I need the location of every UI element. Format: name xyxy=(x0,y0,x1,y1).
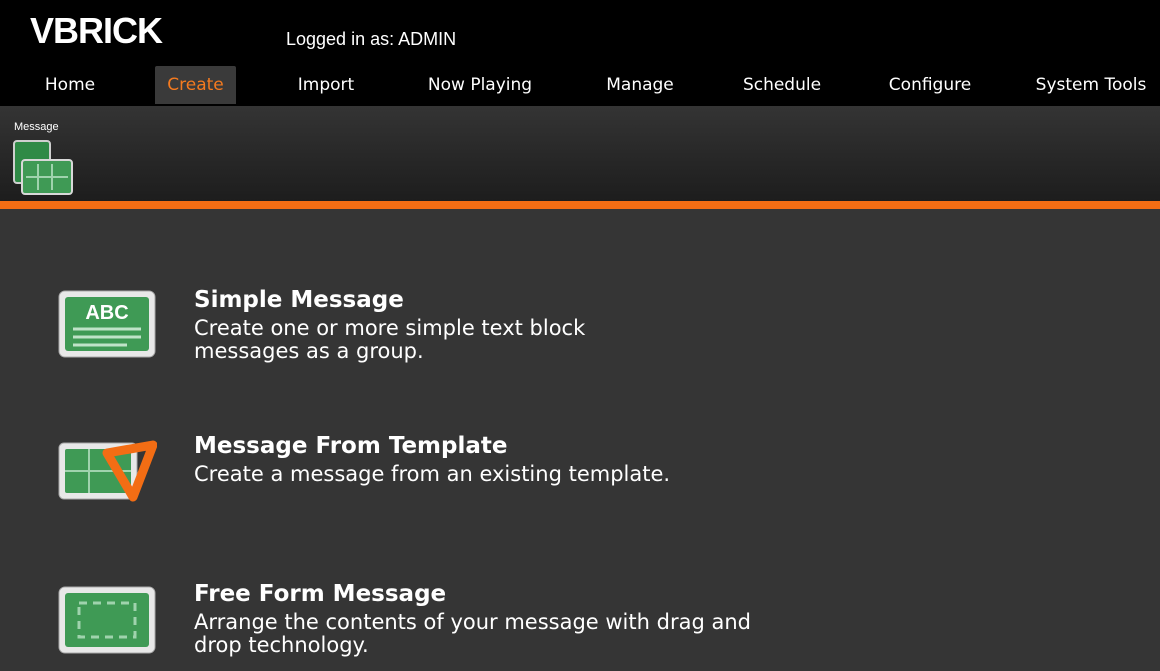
nav-schedule[interactable]: Schedule xyxy=(732,66,832,104)
nav-system-tools[interactable]: System Tools xyxy=(1026,66,1156,104)
message-from-template-title: Message From Template xyxy=(194,433,508,459)
logged-in-status: Logged in as: ADMIN xyxy=(286,29,457,49)
template-ruler-icon xyxy=(58,440,157,502)
nav-home[interactable]: Home xyxy=(37,66,103,104)
main-nav: Home Create Import Now Playing Manage Sc… xyxy=(0,66,1160,106)
free-form-message-option[interactable]: Free Form Message Arrange the contents o… xyxy=(0,581,900,671)
free-form-message-title: Free Form Message xyxy=(194,581,447,607)
logo-text: VBRICK xyxy=(30,10,163,51)
free-form-message-description: Arrange the contents of your message wit… xyxy=(194,610,751,657)
nav-create[interactable]: Create xyxy=(155,66,236,104)
simple-message-option[interactable]: ABC Simple Message Create one or more si… xyxy=(0,287,900,377)
create-options-panel: ABC Simple Message Create one or more si… xyxy=(0,209,1160,671)
message-from-template-option[interactable]: Message From Template Create a message f… xyxy=(0,433,900,523)
nav-import[interactable]: Import xyxy=(286,66,366,104)
message-label: Message xyxy=(14,121,59,133)
message-from-template-description: Create a message from an existing templa… xyxy=(194,462,671,486)
nav-manage[interactable]: Manage xyxy=(596,66,684,104)
sub-toolbar: Message xyxy=(0,106,1160,201)
nav-configure[interactable]: Configure xyxy=(876,66,984,104)
message-icon[interactable] xyxy=(11,138,75,198)
top-bar: VBRICK Logged in as: ADMIN Home Create I… xyxy=(0,0,1160,106)
simple-message-title: Simple Message xyxy=(194,287,404,313)
free-form-icon xyxy=(58,586,156,654)
nav-now-playing[interactable]: Now Playing xyxy=(416,66,544,104)
abc-text-icon: ABC xyxy=(58,290,156,358)
svg-text:ABC: ABC xyxy=(85,302,128,324)
vbrick-logo: VBRICK xyxy=(30,6,163,56)
accent-divider xyxy=(0,201,1160,209)
simple-message-description: Create one or more simple text block mes… xyxy=(194,316,586,363)
